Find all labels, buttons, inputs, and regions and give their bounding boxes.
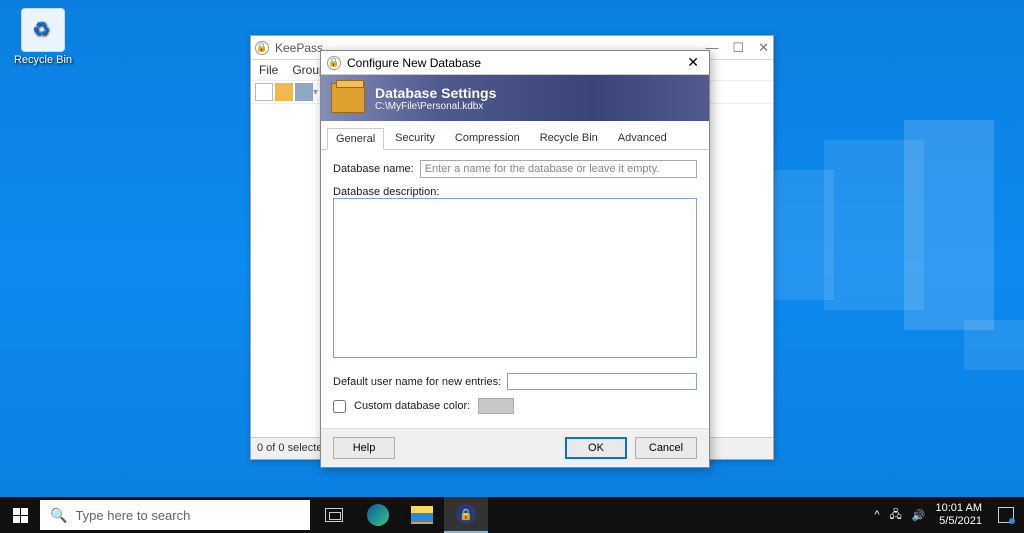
tab-security[interactable]: Security [386,127,444,149]
taskbar-app-edge[interactable] [356,497,400,533]
keepass-icon: 🔒 [255,41,269,55]
configure-db-dialog: 🔒 Configure New Database ✕ Database Sett… [320,50,710,468]
tab-advanced[interactable]: Advanced [609,127,676,149]
task-view-button[interactable] [312,497,356,533]
custom-color-label: Custom database color: [354,400,470,412]
taskbar: 🔍 Type here to search 🔒 ^ 🖧 🔊 10:01 AM 5… [0,497,1024,533]
ok-button[interactable]: OK [565,437,627,459]
dialog-tabs: General Security Compression Recycle Bin… [327,121,703,149]
edge-icon [367,504,389,526]
dialog-close-button[interactable]: ✕ [683,54,703,71]
file-explorer-icon [411,506,433,524]
db-desc-textarea[interactable] [333,198,697,358]
taskbar-clock[interactable]: 10:01 AM 5/5/2021 [936,502,982,528]
keepass-taskbar-icon: 🔒 [456,504,476,524]
toolbar-save-icon[interactable] [295,83,313,101]
clock-date: 5/5/2021 [936,515,982,528]
default-user-input[interactable] [507,373,697,390]
clock-time: 10:01 AM [936,502,982,515]
cancel-button[interactable]: Cancel [635,437,697,459]
search-icon: 🔍 [50,507,67,524]
tray-volume-icon[interactable]: 🔊 [912,509,926,522]
recycle-bin-icon [21,8,65,52]
windows-logo-icon [13,508,28,523]
tab-compression[interactable]: Compression [446,127,529,149]
dialog-titlebar[interactable]: 🔒 Configure New Database ✕ [321,51,709,75]
color-swatch[interactable] [478,398,514,414]
banner-path: C:\MyFile\Personal.kdbx [375,101,496,112]
toolbar-open-icon[interactable] [275,83,293,101]
close-button[interactable]: ✕ [758,40,769,56]
action-center-icon[interactable] [998,507,1014,523]
dialog-banner: Database Settings C:\MyFile\Personal.kdb… [321,75,709,121]
taskbar-app-explorer[interactable] [400,497,444,533]
tray-network-icon[interactable]: 🖧 [890,506,902,525]
keepass-title: KeePass [275,41,323,55]
folder-icon [331,83,365,113]
desktop-icon-recycle-bin[interactable]: Recycle Bin [8,8,78,66]
dropdown-icon[interactable]: ▾ [313,87,318,98]
tab-recycle-bin[interactable]: Recycle Bin [531,127,607,149]
taskbar-app-keepass[interactable]: 🔒 [444,497,488,533]
tab-general[interactable]: General [327,128,384,150]
task-view-icon [325,508,343,522]
db-name-label: Database name: [333,163,414,175]
taskbar-search[interactable]: 🔍 Type here to search [40,500,310,530]
db-desc-label: Database description: [333,186,439,198]
search-placeholder: Type here to search [75,508,190,523]
toolbar-new-icon[interactable] [255,83,273,101]
menu-file[interactable]: File [259,63,278,77]
db-name-input[interactable] [420,160,697,178]
default-user-label: Default user name for new entries: [333,376,501,388]
banner-title: Database Settings [375,85,496,101]
help-button[interactable]: Help [333,437,395,459]
custom-color-checkbox[interactable] [333,400,346,413]
keepass-icon: 🔒 [327,56,341,70]
start-button[interactable] [0,497,40,533]
dialog-title: Configure New Database [347,56,481,70]
recycle-bin-label: Recycle Bin [8,54,78,66]
system-tray: ^ 🖧 🔊 10:01 AM 5/5/2021 [868,502,1024,528]
maximize-button[interactable]: ☐ [732,40,744,56]
tray-overflow-icon[interactable]: ^ [874,509,879,521]
